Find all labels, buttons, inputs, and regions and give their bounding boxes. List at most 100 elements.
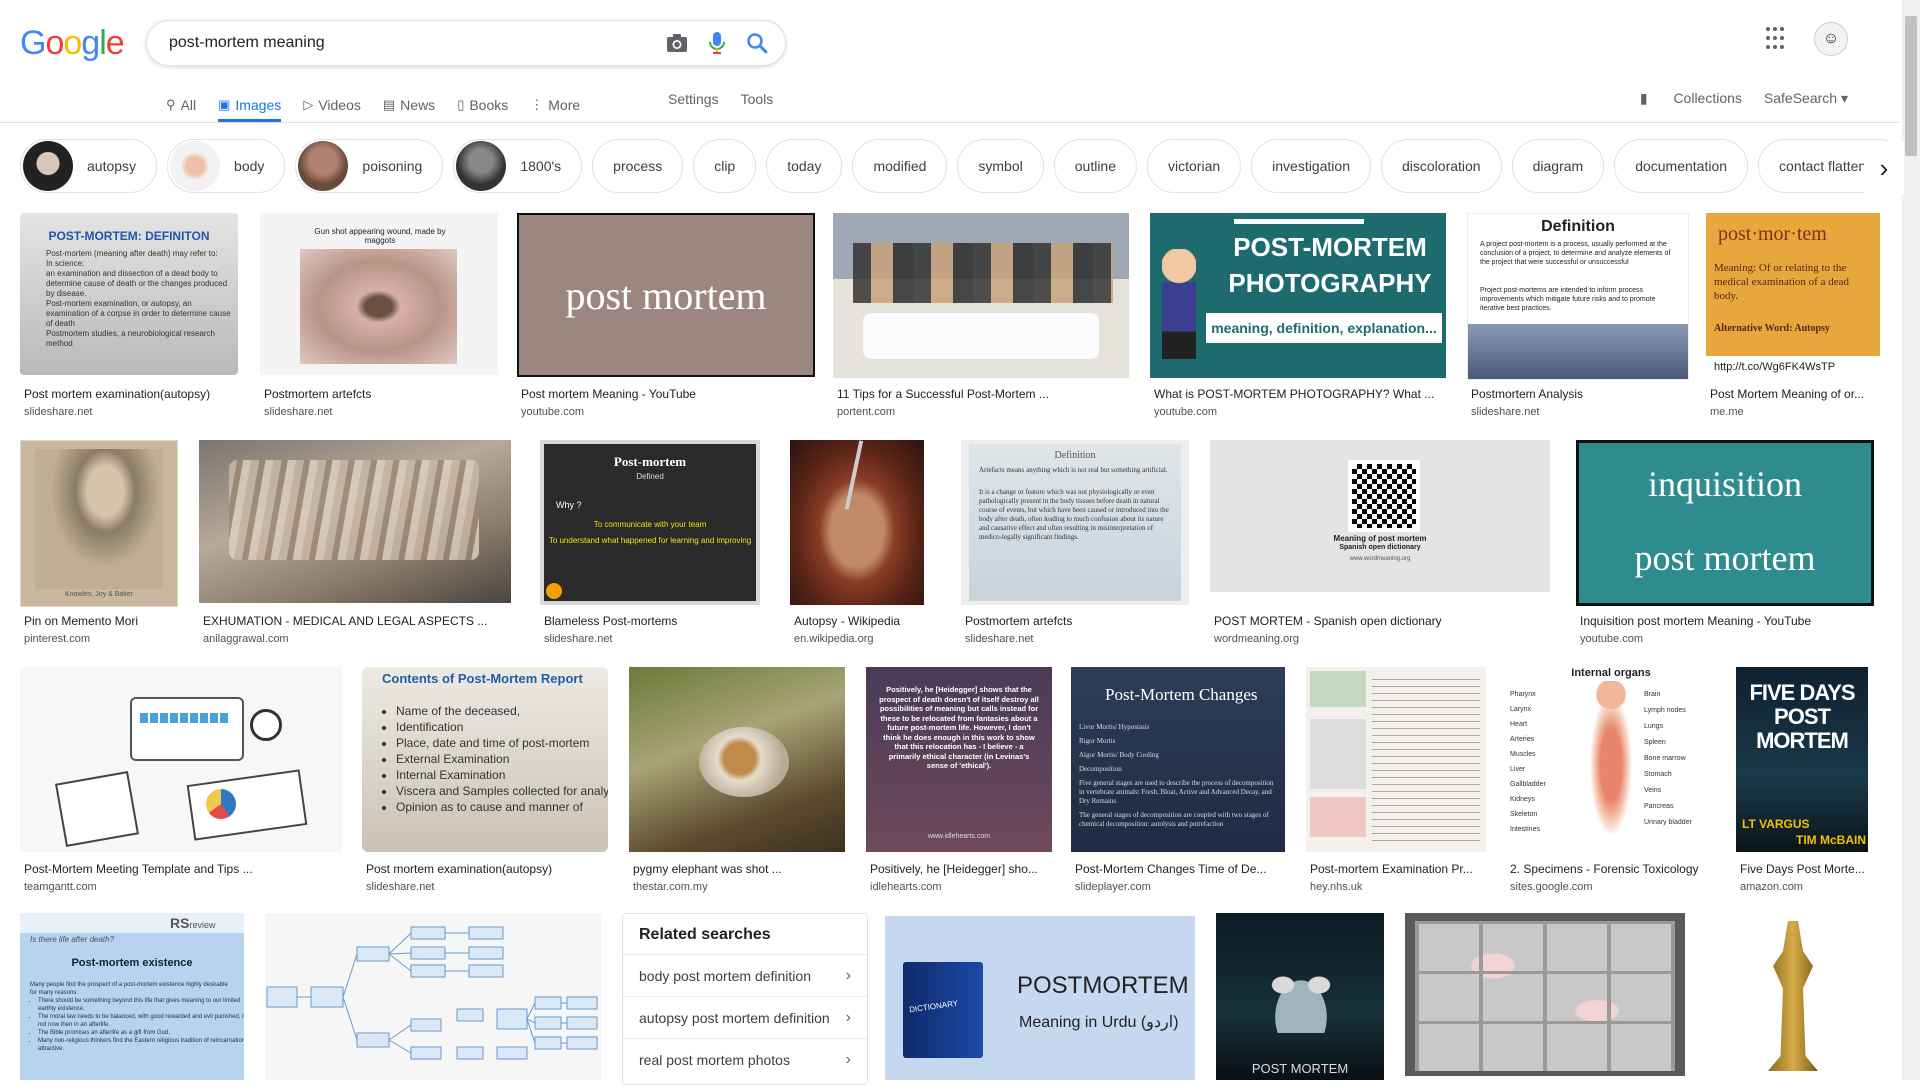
image-result[interactable]: pygmy elephant was shot ... thestar.com.… xyxy=(629,667,847,899)
chip-investigation[interactable]: investigation xyxy=(1251,139,1371,193)
scrollbar-thumb[interactable] xyxy=(1905,16,1917,156)
organ-label: Arteries xyxy=(1510,736,1535,743)
thumbnail-text: To understand what happened for learning… xyxy=(548,536,752,545)
safesearch-dropdown[interactable]: SafeSearch ▾ xyxy=(1764,90,1848,107)
result-caption[interactable]: 11 Tips for a Successful Post-Mortem ... xyxy=(837,387,1127,401)
image-result[interactable]: Contents of Post-Mortem Report Name of t… xyxy=(362,667,610,899)
search-icon[interactable] xyxy=(745,31,769,55)
chip-outline[interactable]: outline xyxy=(1053,139,1138,193)
chip-1800s[interactable]: 1800's xyxy=(453,139,583,193)
image-result[interactable]: Gun shot appearing wound, made by maggot… xyxy=(260,213,500,423)
chip-body[interactable]: body xyxy=(167,139,286,193)
thumbnail-line: Post-mortem examination, or autopsy, an … xyxy=(46,299,231,328)
tab-news[interactable]: ▤ News xyxy=(383,90,435,120)
tab-more[interactable]: ⋮ More xyxy=(530,90,580,120)
chip-autopsy[interactable]: autopsy xyxy=(20,139,158,193)
microphone-icon[interactable] xyxy=(705,31,729,55)
result-caption[interactable]: Autopsy - Wikipedia xyxy=(794,614,924,628)
thumbnail-line: Postmortem studies, a neurobiological re… xyxy=(46,329,215,348)
result-caption[interactable]: EXHUMATION - MEDICAL AND LEGAL ASPECTS .… xyxy=(203,614,513,628)
chip-discoloration[interactable]: discoloration xyxy=(1380,139,1502,193)
result-caption[interactable]: Five Days Post Morte... xyxy=(1740,862,1874,876)
page-scrollbar[interactable] xyxy=(1902,0,1920,1080)
image-result[interactable] xyxy=(265,913,603,1080)
result-caption[interactable]: Post-mortem Examination Pr... xyxy=(1310,862,1488,876)
image-result[interactable]: Meaning of post mortem Spanish open dict… xyxy=(1210,440,1552,650)
chip-diagram[interactable]: diagram xyxy=(1511,139,1605,193)
result-caption[interactable]: 2. Specimens - Forensic Toxicology xyxy=(1510,862,1718,876)
chip-poisoning[interactable]: poisoning xyxy=(295,139,444,193)
thumbnail-text: Positively, he [Heidegger] shows that th… xyxy=(879,685,1039,770)
result-caption[interactable]: Pin on Memento Mori xyxy=(24,614,179,628)
image-result[interactable]: Post-Mortem Meeting Template and Tips ..… xyxy=(20,667,344,899)
thumbnail-line: POST-MORTEM xyxy=(1233,232,1427,262)
result-caption[interactable]: Post mortem examination(autopsy) xyxy=(366,862,611,876)
related-search-item[interactable]: autopsy post mortem definition › xyxy=(623,997,867,1039)
image-result[interactable] xyxy=(1706,913,1878,1080)
result-caption[interactable]: Blameless Post-mortems xyxy=(544,614,759,628)
image-result[interactable]: post mortem Post mortem Meaning - YouTub… xyxy=(517,213,815,423)
image-result[interactable]: Internal organs Pharynx Larynx Heart Arteri… xyxy=(1506,667,1718,899)
image-result[interactable]: Positively, he [Heidegger] shows that th… xyxy=(866,667,1054,899)
image-result[interactable]: post·mor·tem Meaning: Of or relating to … xyxy=(1706,213,1882,423)
image-result[interactable]: Definition A project post-mortem is a pr… xyxy=(1467,213,1689,423)
image-result[interactable]: 11 Tips for a Successful Post-Mortem ...… xyxy=(833,213,1131,423)
settings-link[interactable]: Settings xyxy=(668,90,719,120)
image-result[interactable]: Definition Artefacts means anything whic… xyxy=(961,440,1191,650)
result-caption[interactable]: Post-Mortem Meeting Template and Tips ..… xyxy=(24,862,344,876)
image-result[interactable]: DICTIONARY POSTMORTEM Meaning in Urdu (ا… xyxy=(885,916,1197,1080)
image-result[interactable]: EXHUMATION - MEDICAL AND LEGAL ASPECTS .… xyxy=(199,440,513,650)
tab-videos[interactable]: ▷ Videos xyxy=(303,90,361,120)
organ-label: Larynx xyxy=(1510,706,1532,713)
image-result[interactable]: FIVE DAYS POST MORTEM LT VARGUS TIM McBAI… xyxy=(1736,667,1876,899)
chip-symbol[interactable]: symbol xyxy=(957,139,1044,193)
result-caption[interactable]: Postmortem artefcts xyxy=(965,614,1190,628)
result-caption[interactable]: Post Mortem Meaning of or... xyxy=(1710,387,1880,401)
image-result[interactable] xyxy=(1405,913,1687,1080)
thumbnail-text: LT VARGUS xyxy=(1742,817,1810,831)
camera-icon[interactable] xyxy=(665,31,689,55)
search-input[interactable] xyxy=(167,31,611,55)
image-result[interactable]: inquisition post mortem Inquisition post… xyxy=(1576,440,1876,650)
chip-process[interactable]: process xyxy=(592,139,684,193)
avatar[interactable]: ☺ xyxy=(1814,22,1848,56)
chip-today[interactable]: today xyxy=(766,139,843,193)
tab-images[interactable]: ▣ Images xyxy=(218,90,282,122)
result-source: portent.com xyxy=(837,406,896,418)
image-result[interactable]: POST-MORTEM PHOTOGRAPHY meaning, definiti… xyxy=(1150,213,1448,423)
image-result[interactable]: Autopsy - Wikipedia en.wikipedia.org xyxy=(790,440,926,650)
chip-documentation[interactable]: documentation xyxy=(1614,139,1749,193)
chip-modified[interactable]: modified xyxy=(852,139,948,193)
list-item: Name of the deceased, xyxy=(396,703,608,719)
related-search-item[interactable]: body post mortem definition › xyxy=(623,955,867,997)
result-source: idlehearts.com xyxy=(870,881,942,893)
chevron-right-icon[interactable]: › xyxy=(1864,142,1904,194)
result-caption[interactable]: Post mortem Meaning - YouTube xyxy=(521,387,811,401)
image-result[interactable]: Post-Mortem Changes Livor Mortis/ Hypost… xyxy=(1071,667,1289,899)
collections-link[interactable]: ▮ Collections xyxy=(1618,90,1742,107)
result-caption[interactable]: pygmy elephant was shot ... xyxy=(633,862,848,876)
result-caption[interactable]: Postmortem artefcts xyxy=(264,387,499,401)
image-result[interactable]: POST-MORTEM: DEFINITON Post-mortem (mean… xyxy=(20,213,240,423)
result-caption[interactable]: Positively, he [Heidegger] sho... xyxy=(870,862,1052,876)
result-caption[interactable]: Post-Mortem Changes Time of De... xyxy=(1075,862,1289,876)
result-caption[interactable]: Postmortem Analysis xyxy=(1471,387,1686,401)
related-search-item[interactable]: real post mortem photos › xyxy=(623,1039,867,1080)
result-caption[interactable]: Post mortem examination(autopsy) xyxy=(24,387,239,401)
image-result[interactable]: Post-mortem Examination Pr... hey.nhs.uk xyxy=(1306,667,1488,899)
result-caption[interactable]: POST MORTEM - Spanish open dictionary xyxy=(1214,614,1549,628)
tab-all[interactable]: ⚲ All xyxy=(166,90,196,120)
image-result[interactable]: RSreview Is there life after death? Post… xyxy=(20,913,246,1080)
chip-clip[interactable]: clip xyxy=(693,139,757,193)
result-caption[interactable]: Inquisition post mortem Meaning - YouTub… xyxy=(1580,614,1875,628)
image-result[interactable]: POST MORTEM xyxy=(1216,913,1386,1080)
tab-books[interactable]: ▯ Books xyxy=(457,90,508,120)
chip-victorian[interactable]: victorian xyxy=(1147,139,1242,193)
chip-thumbnail xyxy=(23,141,73,191)
image-result[interactable]: Post-mortem Defined Why ? To communicate… xyxy=(540,440,762,650)
tools-link[interactable]: Tools xyxy=(741,90,774,120)
google-logo[interactable]: Google xyxy=(20,24,125,63)
apps-grid-icon[interactable] xyxy=(1766,27,1790,51)
result-caption[interactable]: What is POST-MORTEM PHOTOGRAPHY? What ..… xyxy=(1154,387,1444,401)
image-result[interactable]: Knowles, Joy & Baker Pin on Memento Mori… xyxy=(20,440,180,650)
